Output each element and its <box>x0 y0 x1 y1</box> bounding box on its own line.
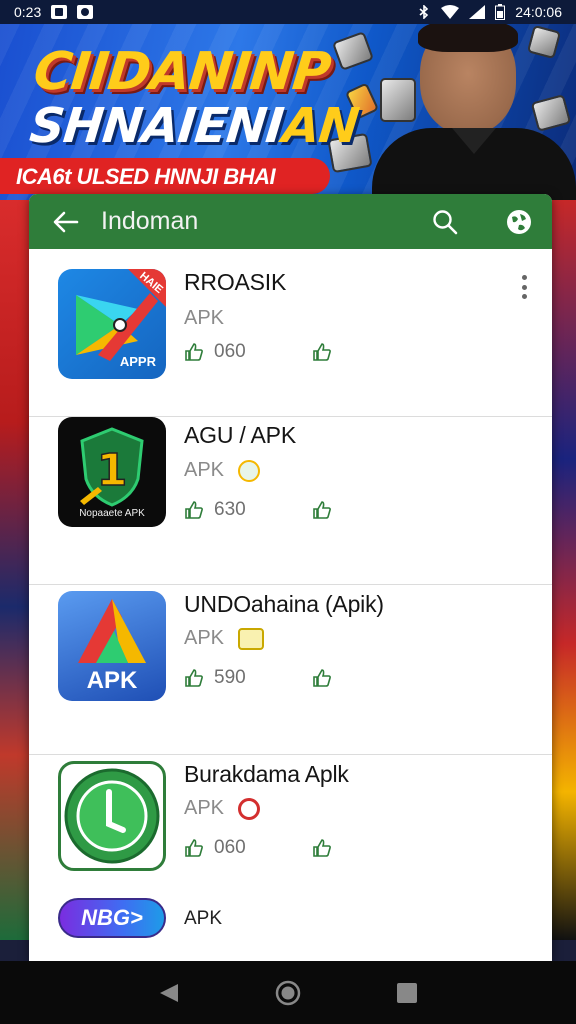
search-button[interactable] <box>428 205 462 239</box>
app-type-label: APK <box>184 797 225 819</box>
nav-back-button[interactable] <box>149 973 189 1013</box>
nav-home-button[interactable] <box>268 973 308 1013</box>
background-left-edge <box>0 200 30 940</box>
globe-button[interactable] <box>502 205 536 239</box>
thumb-up-icon <box>185 501 203 519</box>
like-count: 630 <box>214 499 246 520</box>
thumb-up-icon <box>185 669 203 687</box>
signal-icon <box>469 5 486 19</box>
thumb-up-icon[interactable] <box>312 668 332 688</box>
app-logo-image <box>78 599 146 663</box>
bluetooth-icon <box>419 5 429 19</box>
back-button[interactable] <box>49 205 83 239</box>
app-subtitle: APK <box>184 459 261 482</box>
banner-title-line2-main: SHNAIENI <box>27 98 286 154</box>
list-item[interactable]: APK UNDOahaina (Apik) APK 590 <box>29 585 552 755</box>
app-icon-burakdama <box>58 761 166 871</box>
banner-ribbon-text: ICA6t ULSED HNNJI BHAI <box>16 164 276 189</box>
app-icon-rroasik: HAIE APPR <box>58 269 166 379</box>
app-name: Burakdama Aplk <box>184 761 349 787</box>
app-stats: 060 <box>184 837 332 859</box>
app-icon-label: APK <box>86 667 138 694</box>
verified-badge-icon <box>238 627 265 650</box>
app-name: AGU / APK <box>184 422 296 448</box>
app-stats: 060 <box>184 341 332 363</box>
banner-title-line2: SHNAIENIAN <box>27 98 361 154</box>
search-results-panel: Indoman HAIE APPR RROASIK APK 060 1 Nopa… <box>29 194 552 961</box>
battery-icon <box>495 4 506 20</box>
app-stats: 630 <box>184 499 332 521</box>
banner-title-line2-accent: AN <box>279 98 362 154</box>
list-item[interactable]: 1 Nopaaete APK AGU / APK APK 630 <box>29 417 552 585</box>
like-count: 060 <box>214 341 246 362</box>
app-icon-agu: 1 Nopaaete APK <box>58 417 166 527</box>
app-subtitle: APK <box>184 307 224 330</box>
app-icon-label: Nopaaete APK <box>79 508 145 519</box>
app-type-label: APK <box>184 627 225 649</box>
status-time: 0:23 <box>14 4 42 20</box>
like-count: 060 <box>214 837 246 858</box>
notification-icon <box>51 5 68 19</box>
status-bar: 0:23 24:0:06 <box>0 0 576 24</box>
verified-badge-icon <box>238 459 261 482</box>
nav-recent-button[interactable] <box>387 973 427 1013</box>
background-right-edge <box>552 200 576 940</box>
app-icon-undo: APK <box>58 591 166 701</box>
system-nav-bar <box>0 961 576 1024</box>
app-subtitle: APK <box>184 627 265 650</box>
app-stats: 590 <box>184 667 332 689</box>
search-icon <box>433 209 458 234</box>
thumb-up-icon[interactable] <box>312 500 332 520</box>
wifi-icon <box>441 5 460 19</box>
more-options-button[interactable] <box>516 273 532 301</box>
banner-title-line1: CIIDANINP <box>30 42 333 102</box>
list-item[interactable]: Burakdama Aplk APK 060 <box>29 755 552 894</box>
app-type-label: APK <box>184 459 225 481</box>
app-name: RROASIK <box>184 269 287 295</box>
clock-logo-image <box>64 768 160 864</box>
like-count: 590 <box>214 667 246 688</box>
nav-recent-icon <box>396 982 417 1003</box>
nav-back-icon <box>160 983 179 1002</box>
app-type-label: APK <box>184 908 223 929</box>
thumb-up-icon[interactable] <box>312 342 332 362</box>
app-icon-nbg: NBG> <box>58 898 166 938</box>
thumb-up-icon <box>185 343 203 361</box>
promo-banner: CIIDANINP SHNAIENIAN ICA6t ULSED HNNJI B… <box>0 24 576 200</box>
presenter-photo <box>372 24 576 200</box>
globe-icon <box>507 209 531 234</box>
app-subtitle: APK <box>184 797 261 820</box>
list-item[interactable]: NBG> APK <box>29 894 552 961</box>
thumb-up-icon <box>185 839 203 857</box>
status-clock: 24:0:06 <box>515 4 562 20</box>
shield-digit: 1 <box>97 445 128 496</box>
app-type-label: APK <box>184 307 225 329</box>
banner-ribbon: ICA6t ULSED HNNJI BHAI <box>0 158 330 194</box>
app-notification-icon <box>77 5 94 19</box>
app-icon-label: APPR <box>119 354 156 369</box>
app-bar: Indoman <box>29 194 552 249</box>
verified-badge-icon <box>238 797 261 820</box>
list-item[interactable]: HAIE APPR RROASIK APK 060 <box>29 249 552 417</box>
app-name: UNDOahaina (Apik) <box>184 591 384 617</box>
nav-home-icon <box>275 980 301 1005</box>
app-bar-title: Indoman <box>101 207 199 235</box>
thumb-up-icon[interactable] <box>312 838 332 858</box>
arrow-left-icon <box>53 211 79 232</box>
